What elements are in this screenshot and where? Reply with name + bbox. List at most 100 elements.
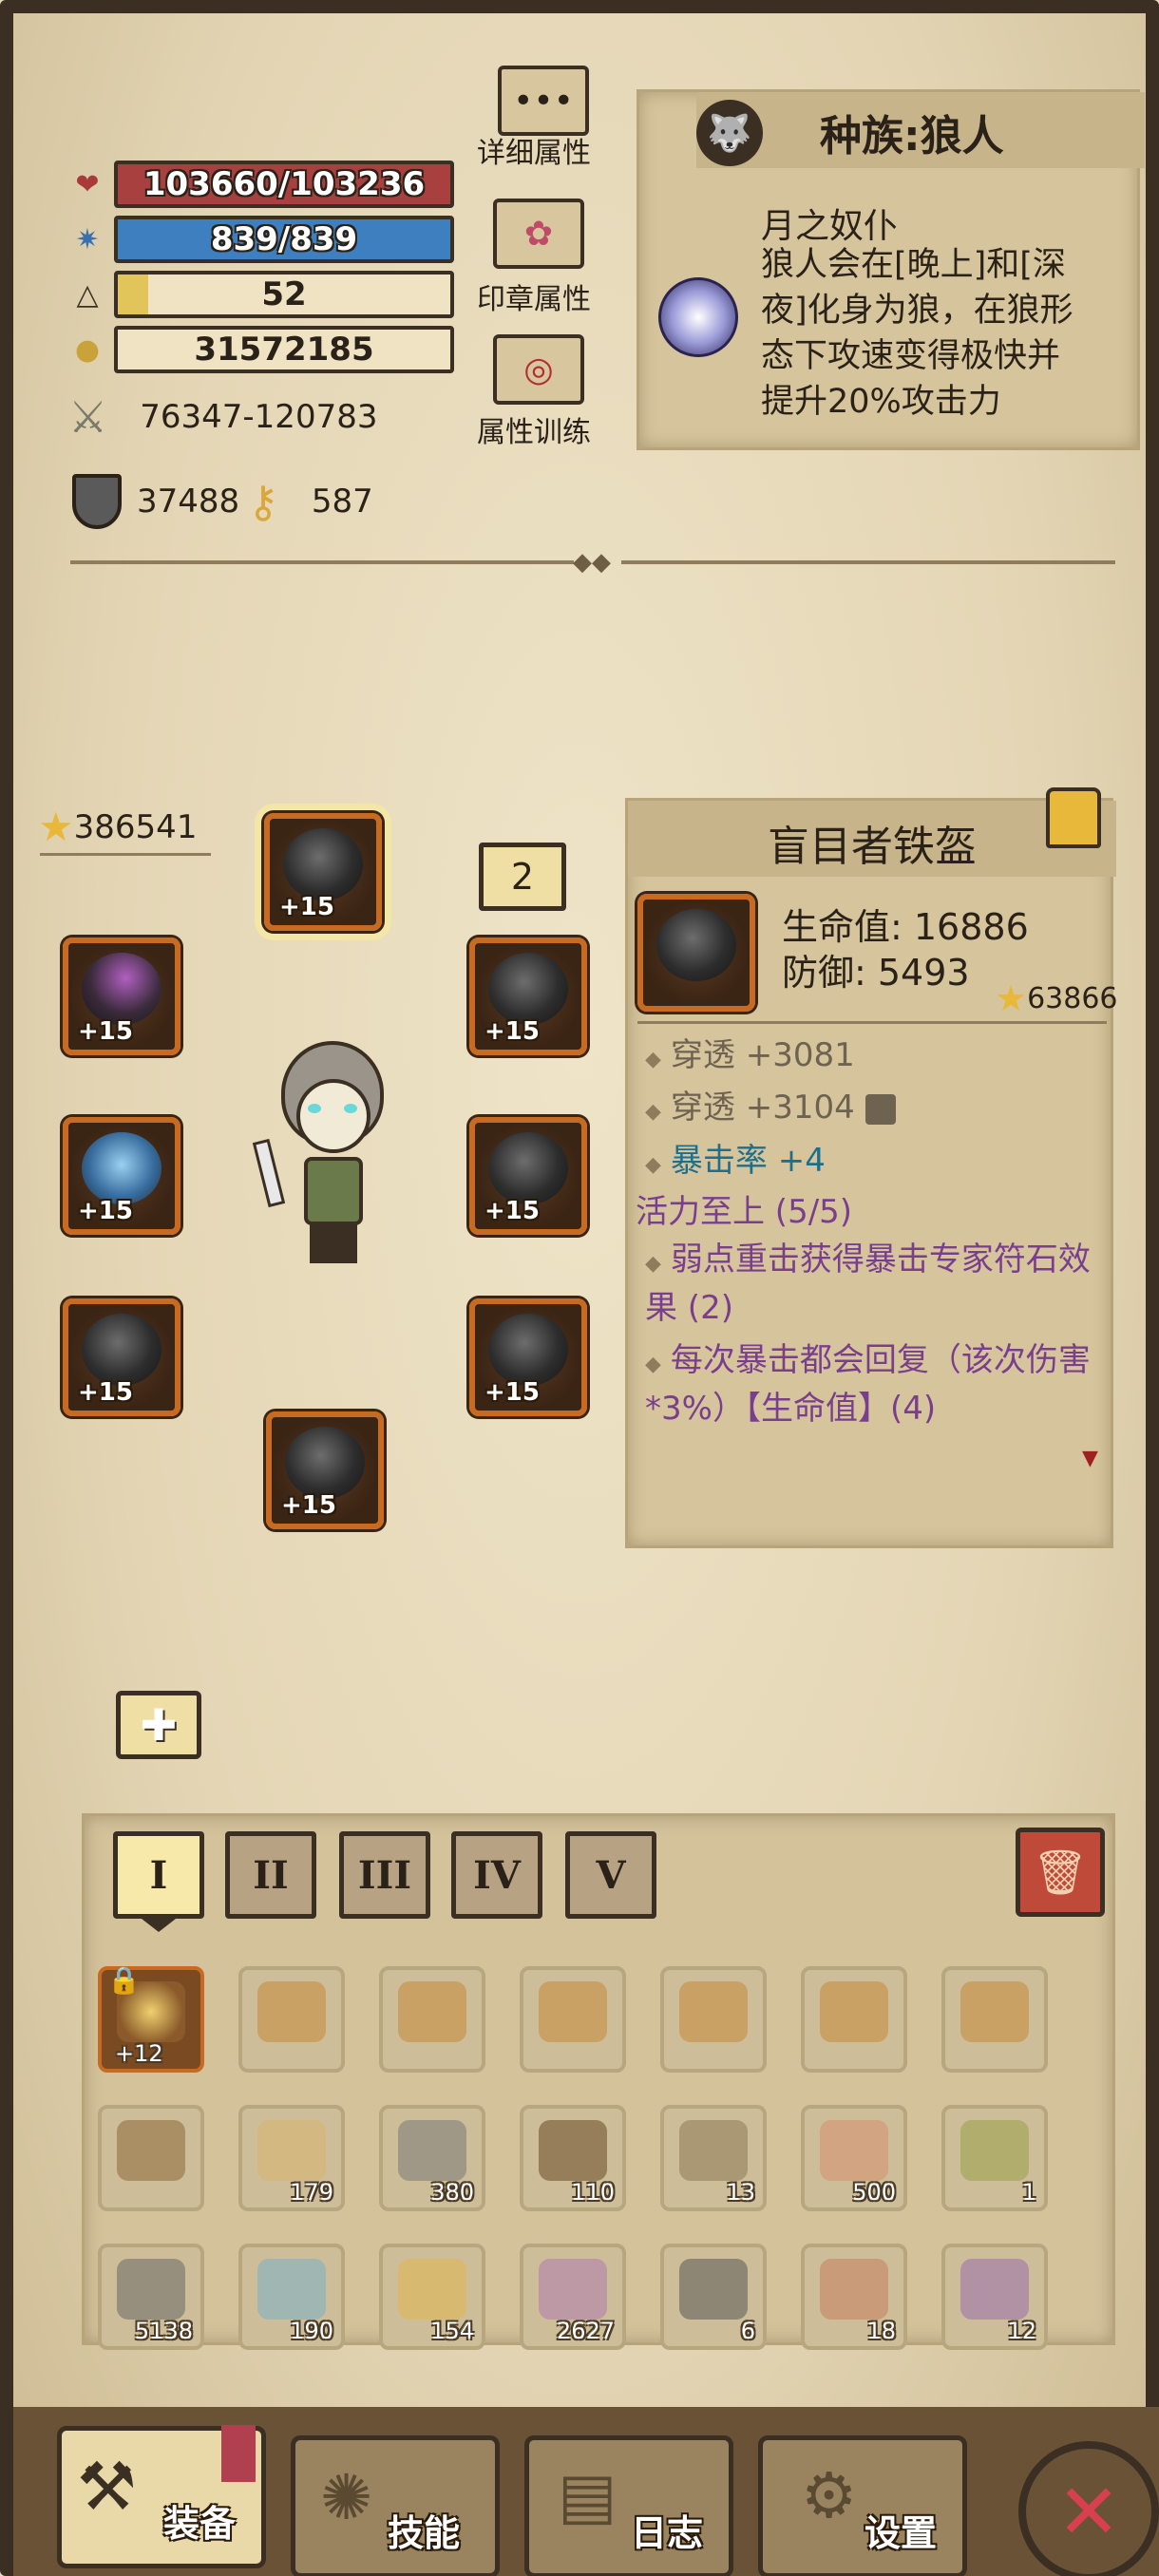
necklace-slot[interactable]: +15: [469, 938, 587, 1055]
inventory-item[interactable]: 110: [520, 2105, 626, 2211]
tab-2[interactable]: II: [225, 1831, 316, 1919]
star-icon: ★: [38, 804, 74, 850]
wings-icon: [82, 1132, 162, 1204]
swords-icon: ⚔: [68, 391, 108, 443]
amulet-icon: [82, 953, 162, 1025]
upgrade-icon[interactable]: [864, 1093, 896, 1125]
mana-value: 839/839: [210, 220, 358, 258]
level-value: 52: [261, 275, 307, 313]
equipment-score: ★ 386541: [38, 804, 198, 850]
trash-icon: 🗑: [1032, 1846, 1089, 1898]
trash-button[interactable]: 🗑: [1016, 1828, 1105, 1917]
scroll-icon: ▤: [558, 2459, 618, 2532]
game-screen: ❤ 103660/103236 ✷ 839/839 △ 52 ● 3157218…: [0, 0, 1159, 2576]
gold-icon: ●: [74, 332, 101, 367]
gloves-slot[interactable]: +15: [63, 1298, 180, 1416]
item-defense: 防御: 5493: [782, 952, 970, 994]
inventory-item[interactable]: 2627: [520, 2244, 626, 2350]
divider-left: [70, 560, 574, 564]
amulet-slot[interactable]: +15: [63, 938, 180, 1055]
inventory-item[interactable]: 5138: [98, 2244, 204, 2350]
inventory-item[interactable]: [660, 1966, 767, 2073]
divider-ornament: ◆◆: [573, 548, 611, 577]
item-detail-icon: [637, 894, 755, 1012]
inventory-item[interactable]: 12: [941, 2244, 1048, 2350]
active-tab-indicator: [142, 1919, 176, 1932]
level-row: △ 52: [68, 271, 454, 318]
set-name: 活力至上 (5/5): [636, 1193, 853, 1231]
nav-log[interactable]: ▤ 日志: [524, 2435, 733, 2576]
inventory-item[interactable]: [98, 2105, 204, 2211]
lock-icon: 🔒: [107, 1964, 141, 1996]
nav-settings[interactable]: ⚙ 设置: [758, 2435, 967, 2576]
item-hp: 生命值: 16886: [782, 906, 1029, 948]
inventory-item[interactable]: 500: [801, 2105, 907, 2211]
inventory-item[interactable]: 18: [801, 2244, 907, 2350]
race-panel: 🐺 种族:狼人 月之奴仆 狼人会在[晚上]和[深 夜]化身为狼，在狼形 态下攻速…: [636, 89, 1145, 450]
defense-stat: 37488 ⚷ 587: [72, 474, 373, 529]
inventory-item[interactable]: 154: [379, 2244, 485, 2350]
inventory-item[interactable]: 179: [238, 2105, 345, 2211]
armor-slot[interactable]: +15: [469, 1298, 587, 1416]
inventory-item[interactable]: 🔒 +12: [98, 1964, 204, 2073]
wings-slot[interactable]: +15: [63, 1117, 180, 1235]
star-icon: ★: [995, 977, 1028, 1019]
attack-value: 76347-120783: [140, 398, 378, 436]
race-title: 种族:狼人: [820, 112, 1004, 161]
nav-equipment[interactable]: ⚒ 装备: [57, 2425, 266, 2568]
trait-name: 月之奴仆: [761, 207, 899, 246]
inventory-item[interactable]: 190: [238, 2244, 345, 2350]
helmet-slot[interactable]: +15: [264, 813, 382, 931]
gold-row: ● 31572185: [68, 326, 454, 373]
character-avatar: [252, 1041, 403, 1280]
detail-attributes-label: 详细属性: [477, 137, 591, 170]
trait-description: 狼人会在[晚上]和[深 夜]化身为狼，在狼形 态下攻速变得极快并 提升20%攻击…: [761, 246, 1074, 421]
inventory-item[interactable]: 13: [660, 2105, 767, 2211]
attribute-line: ◆ 穿透 +3081: [645, 1036, 855, 1074]
boots-slot[interactable]: +15: [266, 1411, 384, 1529]
add-slot-button[interactable]: ✚: [116, 1691, 201, 1759]
divider-right: [621, 560, 1115, 564]
defense-value: 37488: [137, 483, 240, 521]
helmet-icon: [656, 909, 736, 981]
item-title: 盲目者铁盔: [768, 823, 977, 871]
detail-attributes-button[interactable]: •••: [498, 66, 589, 136]
dots-icon: •••: [513, 81, 574, 121]
inventory-item[interactable]: 1: [941, 2105, 1048, 2211]
set-bonus: ◆ 每次暴击都会回复（该次伤害*3%）【生命值】(4): [645, 1341, 1091, 1428]
scroll-down-icon[interactable]: ▼: [1082, 1447, 1098, 1470]
page-indicator[interactable]: 2: [479, 843, 566, 911]
inventory-item[interactable]: [379, 1966, 485, 2073]
attribute-line: ◆ 穿透 +3104: [645, 1086, 896, 1134]
inventory-item[interactable]: 6: [660, 2244, 767, 2350]
seal-attributes-label: 印章属性: [477, 283, 591, 316]
mana-row: ✷ 839/839: [68, 216, 454, 263]
inventory-item[interactable]: [941, 1966, 1048, 2073]
inventory-item[interactable]: 380: [379, 2105, 485, 2211]
gloves-icon: [82, 1314, 162, 1386]
close-button[interactable]: ✕: [1018, 2441, 1159, 2576]
key-icon: ⚷: [247, 476, 279, 527]
tab-4[interactable]: IV: [451, 1831, 542, 1919]
tab-5[interactable]: V: [565, 1831, 656, 1919]
inventory-item[interactable]: [238, 1966, 345, 2073]
shoulder-slot[interactable]: +15: [469, 1117, 587, 1235]
keys-value: 587: [311, 483, 373, 521]
heart-icon: ❤: [75, 167, 100, 201]
gold-value: 31572185: [194, 331, 374, 369]
inventory-item[interactable]: [520, 1966, 626, 2073]
wolf-emblem-icon: 🐺: [696, 100, 763, 166]
tab-1[interactable]: I: [113, 1831, 204, 1919]
item-score: ★ 63866: [995, 977, 1118, 1019]
werewolf-portrait-icon: [658, 277, 738, 357]
seal-attributes-button[interactable]: ✿: [493, 199, 584, 269]
settings-gear-icon: ⚙: [801, 2459, 858, 2532]
flower-icon: ✿: [523, 214, 554, 254]
tab-3[interactable]: III: [339, 1831, 430, 1919]
hp-value: 103660/103236: [142, 165, 426, 203]
attribute-training-button[interactable]: ◎: [493, 334, 584, 405]
inventory-item[interactable]: [801, 1966, 907, 2073]
lock-icon[interactable]: [1046, 787, 1101, 848]
shield-icon: [72, 474, 122, 529]
nav-skills[interactable]: ✺ 技能: [291, 2435, 500, 2576]
